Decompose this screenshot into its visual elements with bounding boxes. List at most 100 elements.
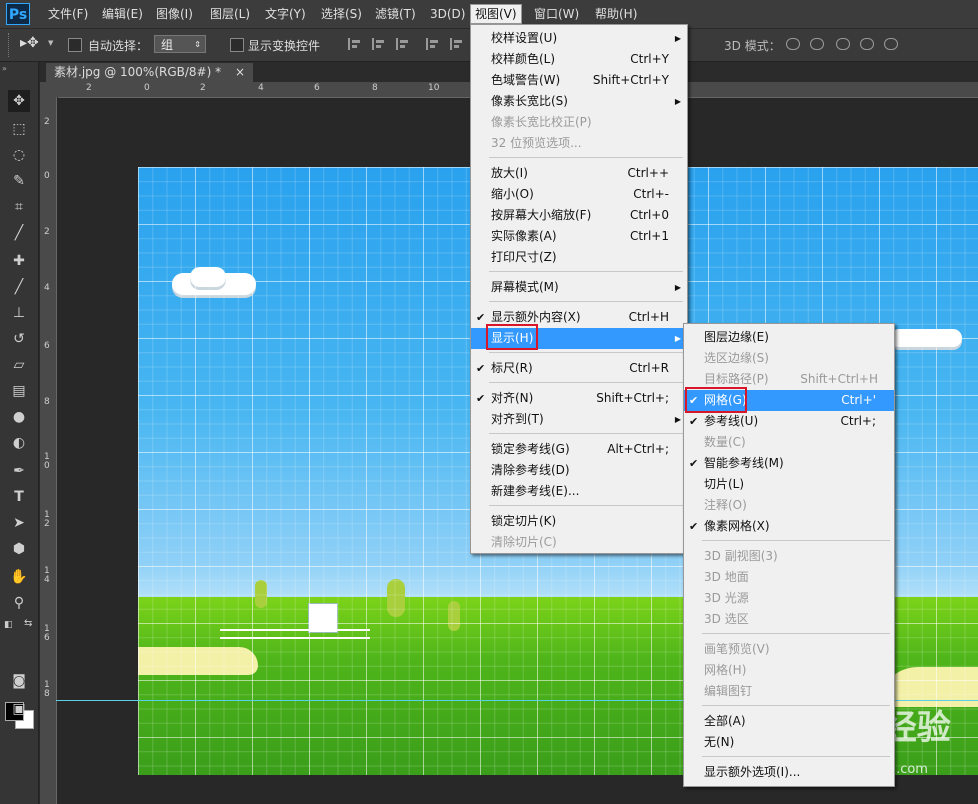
spinner-arrows-icon: ⇕ xyxy=(194,40,201,49)
menu-item-proof-colors[interactable]: 校样颜色(L) Ctrl+Y xyxy=(471,49,687,70)
menu-edit[interactable]: 编辑(E) xyxy=(98,5,147,23)
screen-mode-icon[interactable]: ▣ xyxy=(8,698,30,720)
menu-item-pixel-aspect-ratio[interactable]: 像素长宽比(S) ▶ xyxy=(471,91,687,112)
align-vcenter-icon[interactable] xyxy=(372,38,384,50)
3d-slide-icon[interactable] xyxy=(860,38,874,50)
chevron-down-icon[interactable]: ▼ xyxy=(48,39,53,47)
type-tool-icon[interactable]: T xyxy=(8,486,30,508)
menu-item-zoom-out[interactable]: 缩小(O) Ctrl+- xyxy=(471,184,687,205)
menu-window[interactable]: 窗口(W) xyxy=(530,5,583,23)
collapse-icon[interactable]: » xyxy=(2,64,7,73)
lasso-tool-icon[interactable]: ◌ xyxy=(8,144,30,166)
show-transform-checkbox[interactable] xyxy=(230,38,244,52)
menu-type[interactable]: 文字(Y) xyxy=(261,5,310,23)
submenu-item-mesh[interactable]: 网格(H) xyxy=(684,660,894,681)
menu-item-print-size[interactable]: 打印尺寸(Z) xyxy=(471,247,687,268)
auto-select-checkbox[interactable] xyxy=(68,38,82,52)
eraser-tool-icon[interactable]: ▱ xyxy=(8,354,30,376)
submenu-item-edit-pins[interactable]: 编辑图钉 xyxy=(684,681,894,702)
submenu-item-none[interactable]: 无(N) xyxy=(684,732,894,753)
ruler-origin[interactable] xyxy=(40,82,58,97)
align-hcenter-icon[interactable] xyxy=(450,38,462,50)
menu-item-label: 3D 副视图(3) xyxy=(704,549,778,563)
close-icon[interactable]: × xyxy=(235,65,245,79)
menu-item-snap-to[interactable]: 对齐到(T) ▶ xyxy=(471,409,687,430)
submenu-item-3d-ground[interactable]: 3D 地面 xyxy=(684,567,894,588)
menu-item-label: 3D 选区 xyxy=(704,612,749,626)
submenu-item-guides[interactable]: ✔ 参考线(U) Ctrl+; xyxy=(684,411,894,432)
menu-item-fit-on-screen[interactable]: 按屏幕大小缩放(F) Ctrl+0 xyxy=(471,205,687,226)
menu-item-label: 缩小(O) xyxy=(491,187,534,201)
submenu-item-3d-secondary-view[interactable]: 3D 副视图(3) xyxy=(684,546,894,567)
menu-item-proof-setup[interactable]: 校样设置(U) ▶ xyxy=(471,28,687,49)
menu-image[interactable]: 图像(I) xyxy=(152,5,197,23)
menu-item-label: 智能参考线(M) xyxy=(704,456,784,470)
align-left-icon[interactable] xyxy=(426,38,438,50)
submenu-item-3d-lights[interactable]: 3D 光源 xyxy=(684,588,894,609)
auto-select-target-select[interactable]: 组 ⇕ xyxy=(154,35,206,53)
path-selection-tool-icon[interactable]: ➤ xyxy=(8,512,30,534)
marquee-tool-icon[interactable]: ⬚ xyxy=(8,118,30,140)
move-tool-preset-icon[interactable]: ▸✥ xyxy=(20,35,39,51)
menu-item-zoom-in[interactable]: 放大(I) Ctrl++ xyxy=(471,163,687,184)
menu-filter[interactable]: 滤镜(T) xyxy=(371,5,420,23)
align-top-icon[interactable] xyxy=(348,38,360,50)
healing-brush-tool-icon[interactable]: ✚ xyxy=(8,250,30,272)
eyedropper-tool-icon[interactable]: ╱ xyxy=(8,222,30,244)
crop-tool-icon[interactable]: ⌗ xyxy=(8,196,30,218)
move-tool-icon[interactable]: ✥ xyxy=(8,90,30,112)
menu-item-clear-guides[interactable]: 清除参考线(D) xyxy=(471,460,687,481)
dodge-tool-icon[interactable]: ◐ xyxy=(8,432,30,454)
menu-item-lock-slices[interactable]: 锁定切片(K) xyxy=(471,511,687,532)
menu-item-snap[interactable]: ✔ 对齐(N) Shift+Ctrl+; xyxy=(471,388,687,409)
submenu-item-smart-guides[interactable]: ✔ 智能参考线(M) xyxy=(684,453,894,474)
menu-select[interactable]: 选择(S) xyxy=(317,5,366,23)
menu-item-gamut-warning[interactable]: 色域警告(W) Shift+Ctrl+Y xyxy=(471,70,687,91)
menu-item-screen-mode[interactable]: 屏幕模式(M) ▶ xyxy=(471,277,687,298)
menu-item-pixel-aspect-correction[interactable]: 像素长宽比校正(P) xyxy=(471,112,687,133)
menu-item-actual-pixels[interactable]: 实际像素(A) Ctrl+1 xyxy=(471,226,687,247)
submenu-item-count[interactable]: 数量(C) xyxy=(684,432,894,453)
submenu-item-brush-preview[interactable]: 画笔预览(V) xyxy=(684,639,894,660)
hand-tool-icon[interactable]: ✋ xyxy=(8,566,30,588)
submenu-item-show-extras-options[interactable]: 显示额外选项(I)... xyxy=(684,762,894,783)
3d-drag-icon[interactable] xyxy=(836,38,850,50)
blur-tool-icon[interactable]: ● xyxy=(8,406,30,428)
brush-tool-icon[interactable]: ╱ xyxy=(8,276,30,298)
submenu-item-notes[interactable]: 注释(O) xyxy=(684,495,894,516)
submenu-item-all[interactable]: 全部(A) xyxy=(684,711,894,732)
submenu-item-slices[interactable]: 切片(L) xyxy=(684,474,894,495)
quick-mask-icon[interactable]: ◙ xyxy=(8,670,30,692)
history-brush-tool-icon[interactable]: ↺ xyxy=(8,328,30,350)
submenu-item-selection-edges[interactable]: 选区边缘(S) xyxy=(684,348,894,369)
submenu-item-3d-selection[interactable]: 3D 选区 xyxy=(684,609,894,630)
menu-item-lock-guides[interactable]: 锁定参考线(G) Alt+Ctrl+; xyxy=(471,439,687,460)
menu-view[interactable]: 视图(V) xyxy=(470,4,522,24)
menu-help[interactable]: 帮助(H) xyxy=(591,5,641,23)
submenu-arrow-icon: ▶ xyxy=(674,415,681,424)
menu-item-rulers[interactable]: ✔ 标尺(R) Ctrl+R xyxy=(471,358,687,379)
submenu-item-pixel-grid[interactable]: ✔ 像素网格(X) xyxy=(684,516,894,537)
menu-file[interactable]: 文件(F) xyxy=(44,5,92,23)
submenu-item-layer-edges[interactable]: 图层边缘(E) xyxy=(684,327,894,348)
swap-colors-icon[interactable]: ⇆ xyxy=(24,618,32,629)
vertical-ruler[interactable]: 2 0 2 4 6 8 1 0 1 2 1 4 1 6 1 8 xyxy=(40,97,57,804)
pen-tool-icon[interactable]: ✒ xyxy=(8,460,30,482)
3d-rotate-icon[interactable] xyxy=(786,38,800,50)
quick-select-tool-icon[interactable]: ✎ xyxy=(8,170,30,192)
3d-roll-icon[interactable] xyxy=(810,38,824,50)
grip-handle[interactable] xyxy=(8,33,11,57)
menu-layer[interactable]: 图层(L) xyxy=(206,5,254,23)
zoom-tool-icon[interactable]: ⚲ xyxy=(8,592,30,614)
3d-scale-icon[interactable] xyxy=(884,38,898,50)
shape-tool-icon[interactable]: ⬢ xyxy=(8,538,30,560)
menu-3d[interactable]: 3D(D) xyxy=(426,5,469,23)
menu-item-new-guide[interactable]: 新建参考线(E)... xyxy=(471,481,687,502)
gradient-tool-icon[interactable]: ▤ xyxy=(8,380,30,402)
document-tab[interactable]: 素材.jpg @ 100%(RGB/8#) * × xyxy=(46,63,253,82)
menu-item-clear-slices[interactable]: 清除切片(C) xyxy=(471,532,687,553)
menu-item-32bit-preview[interactable]: 32 位预览选项... xyxy=(471,133,687,154)
align-bottom-icon[interactable] xyxy=(396,38,408,50)
default-colors-icon[interactable]: ◧ xyxy=(4,620,13,630)
clone-stamp-tool-icon[interactable]: ⊥ xyxy=(8,302,30,324)
